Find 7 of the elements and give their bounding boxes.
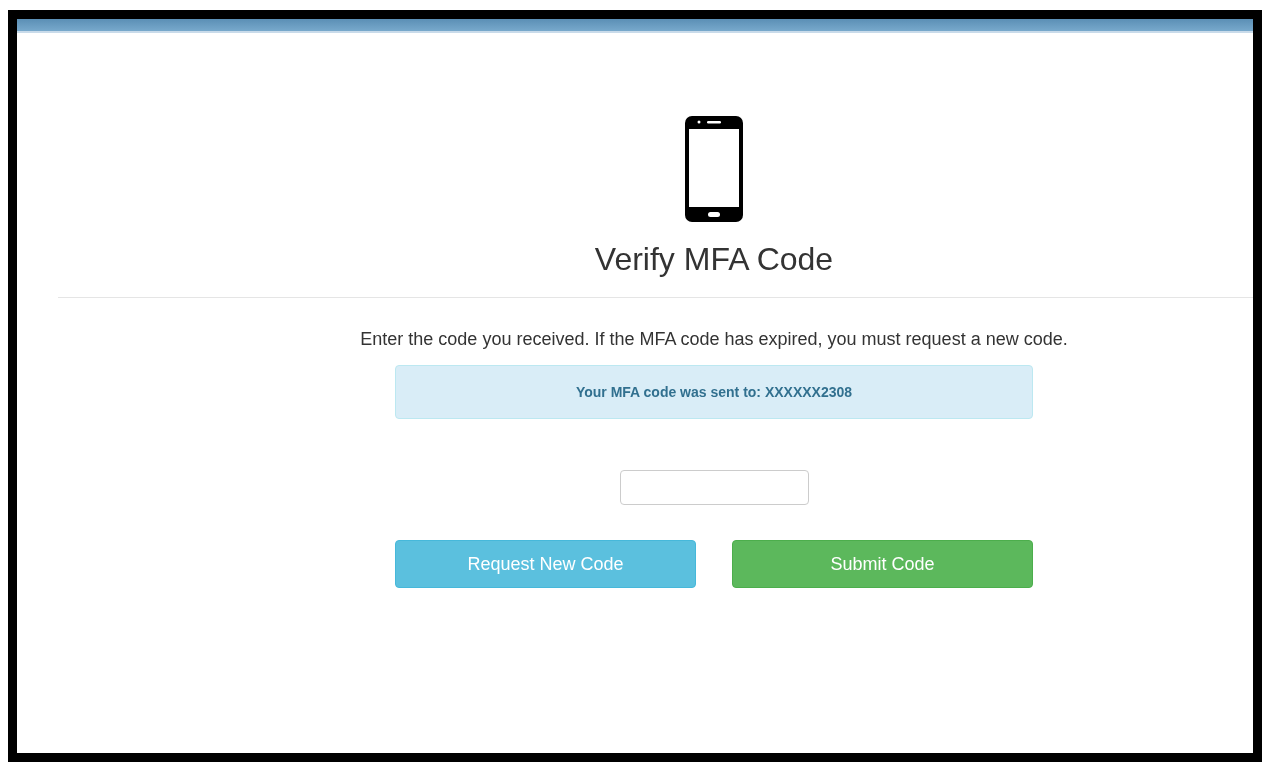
smartphone-icon xyxy=(685,116,743,222)
page-title: Verify MFA Code xyxy=(594,240,834,278)
code-input-field[interactable] xyxy=(619,470,809,505)
instruction-text: Enter the code you received. If the MFA code has expired, you must request a new code. xyxy=(360,328,1068,351)
request-new-code-button[interactable]: Request New Code xyxy=(395,540,696,588)
submit-code-button[interactable]: Submit Code xyxy=(732,540,1033,588)
alert-text: Your MFA code was sent to: XXXXXX2308 xyxy=(575,382,853,402)
